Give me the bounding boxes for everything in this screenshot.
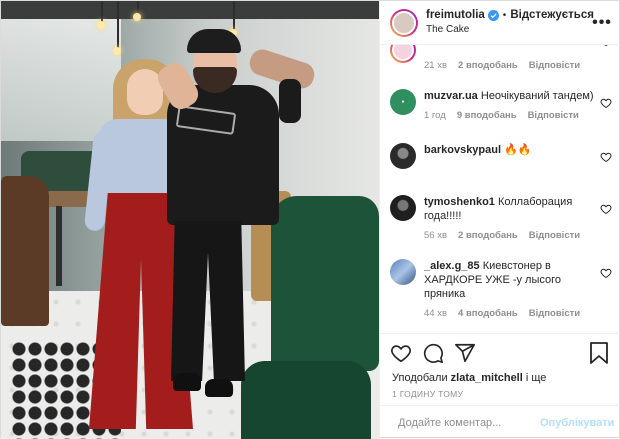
comment-item: 21 хв 2 вподобань Відповісти [390, 45, 612, 73]
add-comment-bar: Опублікувати [380, 405, 620, 439]
comment-input[interactable] [398, 416, 540, 429]
comment-time[interactable]: 21 хв [424, 59, 447, 73]
following-button[interactable]: Відстежується [510, 9, 594, 22]
comment-like-icon[interactable] [600, 45, 612, 47]
photo-window [1, 11, 121, 141]
likes-summary: Уподобали zlata_mitchell і ще [392, 372, 547, 384]
comment-likes[interactable]: 9 вподобань [457, 109, 517, 123]
separator-dot: • [502, 10, 507, 21]
comment-avatar[interactable] [390, 45, 416, 63]
comment-item: ● muzvar.ua Неочікуваний тандем) 1 год 9… [390, 89, 612, 123]
comment-text: Неочікуваний тандем) [480, 90, 594, 102]
more-options-button[interactable]: ••• [592, 14, 611, 32]
author-avatar[interactable] [390, 8, 418, 37]
comment-like-icon[interactable] [600, 203, 612, 215]
instagram-post-modal: freimutolia • Відстежується The Cake ••• [0, 0, 620, 439]
liked-by-username[interactable]: zlata_mitchell [451, 372, 523, 384]
comment-avatar[interactable] [390, 195, 416, 221]
comment-time[interactable]: 56 хв [424, 229, 447, 243]
comment-icon[interactable] [422, 342, 444, 364]
post-actions-bar [380, 333, 620, 371]
comment-like-icon[interactable] [600, 151, 612, 163]
comment-username[interactable]: _alex.g_85 [424, 260, 480, 272]
author-username[interactable]: freimutolia [426, 9, 485, 22]
comment-username[interactable]: barkovskypaul [424, 144, 501, 156]
post-sidebar: freimutolia • Відстежується The Cake ••• [379, 1, 620, 439]
comment-likes[interactable]: 4 вподобань [458, 307, 518, 321]
muzvar-logo-icon: ● [401, 99, 405, 105]
comment-text: 🔥🔥 [504, 144, 532, 156]
comment-reply-button[interactable]: Відповісти [528, 109, 579, 123]
comment-reply-button[interactable]: Відповісти [529, 229, 580, 243]
comment-item: barkovskypaul 🔥🔥 [390, 143, 612, 169]
verified-badge-icon [487, 10, 499, 22]
comment-avatar[interactable]: ● [390, 89, 416, 115]
comment-reply-button[interactable]: Відповісти [529, 59, 580, 73]
comment-username[interactable]: muzvar.ua [424, 90, 478, 102]
post-header: freimutolia • Відстежується The Cake ••• [380, 1, 620, 45]
comment-avatar[interactable] [390, 143, 416, 169]
comment-likes[interactable]: 2 вподобань [458, 59, 518, 73]
comment-time[interactable]: 44 хв [424, 307, 447, 321]
photo-green-chair [271, 196, 379, 371]
comment-likes[interactable]: 2 вподобань [458, 229, 518, 243]
post-comment-button[interactable]: Опублікувати [540, 417, 614, 429]
post-photo[interactable] [1, 1, 379, 439]
comment-time[interactable]: 1 год [424, 109, 446, 123]
comments-list[interactable]: 21 хв 2 вподобань Відповісти ● muzvar.ua… [380, 45, 620, 333]
comment-like-icon[interactable] [600, 97, 612, 109]
bookmark-icon[interactable] [589, 342, 609, 364]
heart-icon[interactable] [390, 342, 412, 364]
comment-avatar[interactable] [390, 259, 416, 285]
post-timestamp[interactable]: 1 ГОДИНУ ТОМУ [380, 385, 620, 405]
comment-item: _alex.g_85 Киевстонер в ХАРДКОРЕ УЖЕ -у … [390, 259, 612, 321]
comment-item: tymoshenko1 Коллаборация года!!!!! 56 хв… [390, 195, 612, 243]
comment-username[interactable]: tymoshenko1 [424, 196, 495, 208]
comment-reply-button[interactable]: Відповісти [529, 307, 580, 321]
photo-ceiling [1, 1, 379, 19]
post-location[interactable]: The Cake [426, 24, 594, 36]
share-icon[interactable] [454, 342, 476, 364]
comment-like-icon[interactable] [600, 267, 612, 279]
